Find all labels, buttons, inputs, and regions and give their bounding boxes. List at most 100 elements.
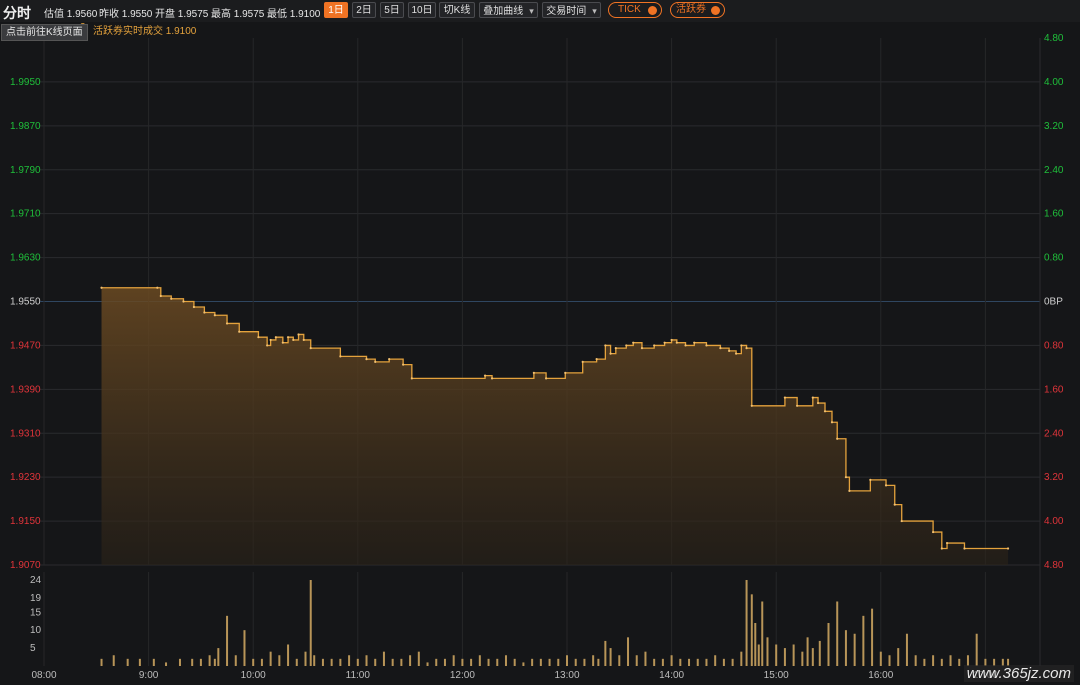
volume-bar	[165, 662, 168, 666]
volume-bar	[409, 655, 412, 666]
price-point	[274, 336, 277, 339]
price-point	[836, 437, 839, 440]
kline-tooltip: 点击前往K线页面	[1, 24, 88, 41]
price-point	[684, 344, 687, 347]
price-point	[604, 344, 607, 347]
volume-bar	[260, 658, 263, 666]
y-left-tick-label: 1.9470	[10, 340, 41, 351]
volume-bar	[827, 623, 830, 666]
price-point	[940, 547, 943, 550]
volume-bar	[126, 658, 129, 666]
volume-bar	[566, 655, 568, 666]
volume-bar	[923, 658, 926, 666]
y-right-tick-label: 2.40	[1044, 428, 1064, 439]
price-point	[640, 347, 644, 350]
volume-bar	[661, 658, 664, 666]
price-point	[728, 349, 731, 353]
price-point	[632, 341, 635, 344]
y-right-tick-label: 4.00	[1044, 77, 1064, 88]
price-point	[893, 503, 896, 506]
x-tick-label: 13:00	[554, 670, 579, 681]
price-point	[675, 341, 678, 344]
volume-bar	[470, 658, 473, 666]
volume-bar	[696, 658, 699, 666]
price-point	[238, 330, 241, 333]
volume-bar	[574, 658, 577, 666]
price-point	[1006, 547, 1010, 550]
volume-bar	[226, 615, 229, 666]
x-tick-label: 10:00	[241, 670, 266, 681]
volume-tick-label: 15	[30, 607, 42, 618]
volume-bar	[531, 658, 534, 666]
volume-bar	[478, 655, 481, 666]
volume-bar	[766, 637, 769, 666]
volume-bar	[750, 594, 753, 666]
volume-bar	[783, 648, 786, 666]
y-left-tick-label: 1.9870	[10, 121, 41, 132]
volume-bar	[871, 608, 874, 666]
volume-bar	[745, 580, 748, 666]
y-right-tick-label: 4.00	[1044, 516, 1064, 527]
price-point	[192, 305, 196, 309]
y-left-tick-label: 1.9630	[10, 253, 41, 264]
volume-bar	[348, 655, 351, 666]
volume-bar	[152, 658, 155, 666]
volume-bar	[100, 658, 103, 666]
price-point	[963, 547, 966, 550]
y-left-tick-label: 1.9950	[10, 77, 41, 88]
volume-bar	[583, 658, 586, 666]
volume-bar	[958, 658, 961, 666]
y-right-tick-label: 1.60	[1044, 384, 1064, 395]
volume-bar	[897, 648, 900, 666]
volume-bar	[374, 658, 377, 666]
price-point	[884, 484, 888, 487]
volume-bar	[914, 655, 917, 666]
price-point	[900, 519, 903, 523]
volume-bar	[761, 601, 764, 666]
price-point	[945, 541, 949, 545]
intraday-chart[interactable]: 1.9950 1.9870 1.9790 1.9710 1.9630 1.9550 1.94…	[0, 0, 1080, 685]
volume-bar	[199, 658, 202, 666]
price-point	[663, 341, 666, 344]
price-point	[564, 371, 567, 374]
volume-bar	[217, 648, 220, 666]
volume-panel	[40, 572, 1040, 666]
volume-bar	[191, 658, 194, 666]
price-point	[816, 401, 820, 405]
volume-bar	[400, 658, 403, 666]
volume-bar	[862, 615, 865, 666]
volume-bar	[888, 655, 891, 666]
volume-bar	[670, 655, 673, 666]
volume-bar	[504, 655, 507, 666]
price-point	[213, 314, 216, 317]
y-left-tick-label: 1.9710	[10, 209, 41, 220]
volume-bar	[627, 637, 630, 666]
volume-bar	[330, 658, 333, 666]
price-point	[286, 336, 290, 339]
x-tick-label: 08:00	[31, 670, 56, 681]
volume-bar	[452, 655, 455, 666]
price-point	[625, 344, 628, 347]
volume-tick-label: 24	[30, 575, 42, 586]
volume-tick-label: 5	[30, 643, 36, 654]
price-point	[653, 344, 656, 347]
price-point	[257, 336, 260, 339]
volume-bar	[234, 655, 237, 666]
volume-bar	[321, 658, 324, 666]
x-tick-label: 16:00	[868, 670, 893, 681]
volume-bar	[811, 648, 814, 666]
price-point	[483, 374, 487, 377]
x-tick-label: 15:00	[764, 670, 789, 681]
volume-bar	[309, 580, 312, 666]
volume-bar	[949, 655, 952, 666]
volume-bar	[806, 637, 809, 666]
y-left-tick-label: 1.9230	[10, 472, 41, 483]
price-point	[402, 363, 405, 366]
price-point	[783, 396, 787, 399]
price-point	[410, 377, 413, 380]
price-point	[614, 347, 617, 350]
y-left-tick-label: 1.9150	[10, 516, 41, 527]
price-point	[693, 341, 696, 344]
price-point	[182, 300, 185, 303]
y-right-tick-label: 0.80	[1044, 253, 1064, 264]
